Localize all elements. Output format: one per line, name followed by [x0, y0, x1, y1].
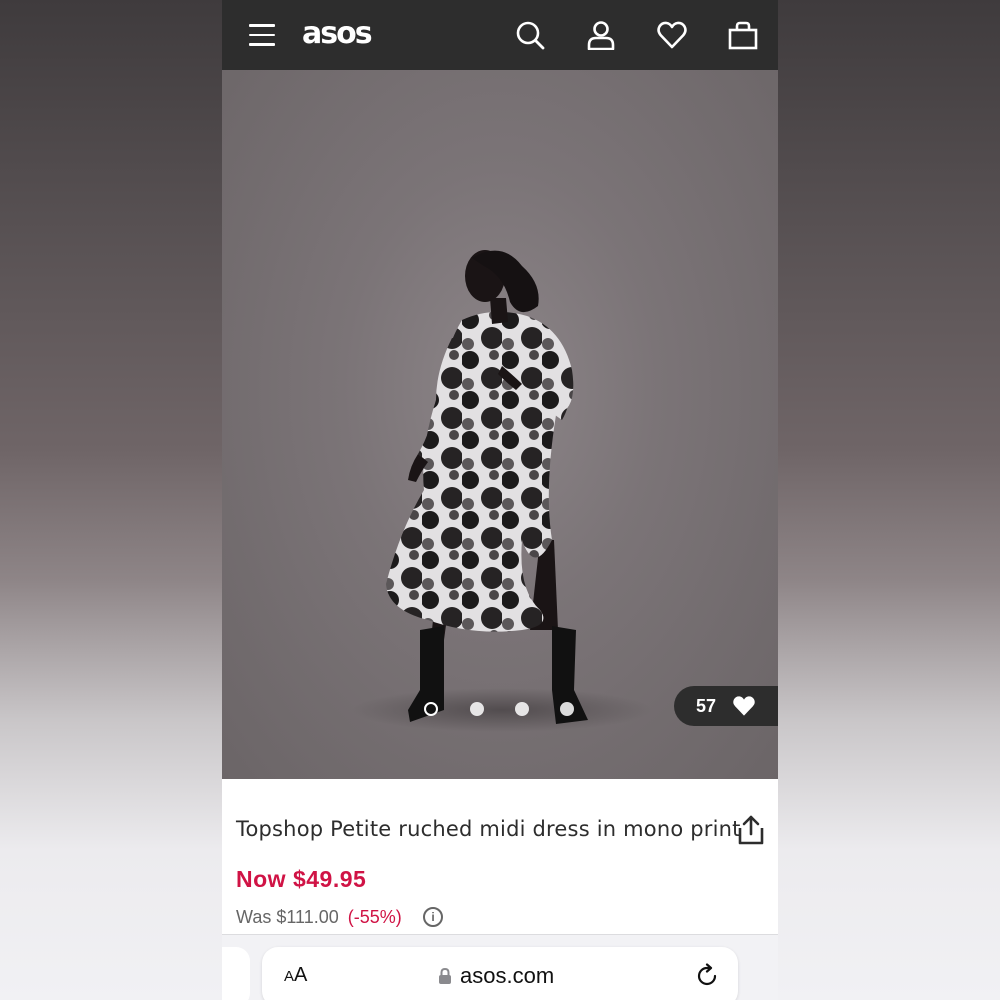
search-icon[interactable]: [515, 20, 545, 50]
was-price: Was $111.00: [236, 907, 339, 927]
browser-toolbar: AA asos.com: [222, 934, 778, 1000]
previous-tab-peek[interactable]: [222, 947, 250, 1000]
product-image[interactable]: 57: [222, 70, 778, 779]
discount-percent: (-55%): [347, 907, 402, 927]
price-info-icon[interactable]: i: [423, 907, 443, 927]
original-price: Was $111.00 (-55%): [236, 907, 402, 928]
heart-icon[interactable]: [657, 20, 687, 50]
site-header: asos: [222, 0, 778, 70]
filled-heart-icon: [733, 696, 755, 716]
product-title: Topshop Petite ruched midi dress in mono…: [236, 817, 741, 841]
address-bar[interactable]: AA asos.com: [262, 947, 738, 1000]
url-text: asos.com: [460, 963, 555, 988]
gallery-dot-2[interactable]: [470, 702, 484, 716]
current-price: Now $49.95: [236, 866, 367, 892]
lock-icon: [439, 967, 451, 984]
gallery-dot-4[interactable]: [560, 702, 574, 716]
text-size-button[interactable]: AA: [284, 964, 307, 987]
gallery-dot-3[interactable]: [515, 702, 529, 716]
likes-count: 57: [696, 696, 717, 716]
share-icon[interactable]: [736, 814, 766, 846]
bag-icon[interactable]: [728, 20, 758, 50]
gallery-pagination: [422, 700, 582, 720]
model-photo: [352, 250, 652, 732]
phone-screen: asos 57 Topshop Petite ruched midi dress…: [222, 0, 778, 1000]
reload-icon[interactable]: [694, 963, 720, 989]
gallery-dot-1[interactable]: [424, 702, 438, 716]
menu-icon[interactable]: [249, 24, 275, 46]
asos-logo[interactable]: asos: [302, 12, 373, 56]
account-icon[interactable]: [586, 20, 616, 51]
save-count-button[interactable]: 57: [674, 686, 778, 726]
